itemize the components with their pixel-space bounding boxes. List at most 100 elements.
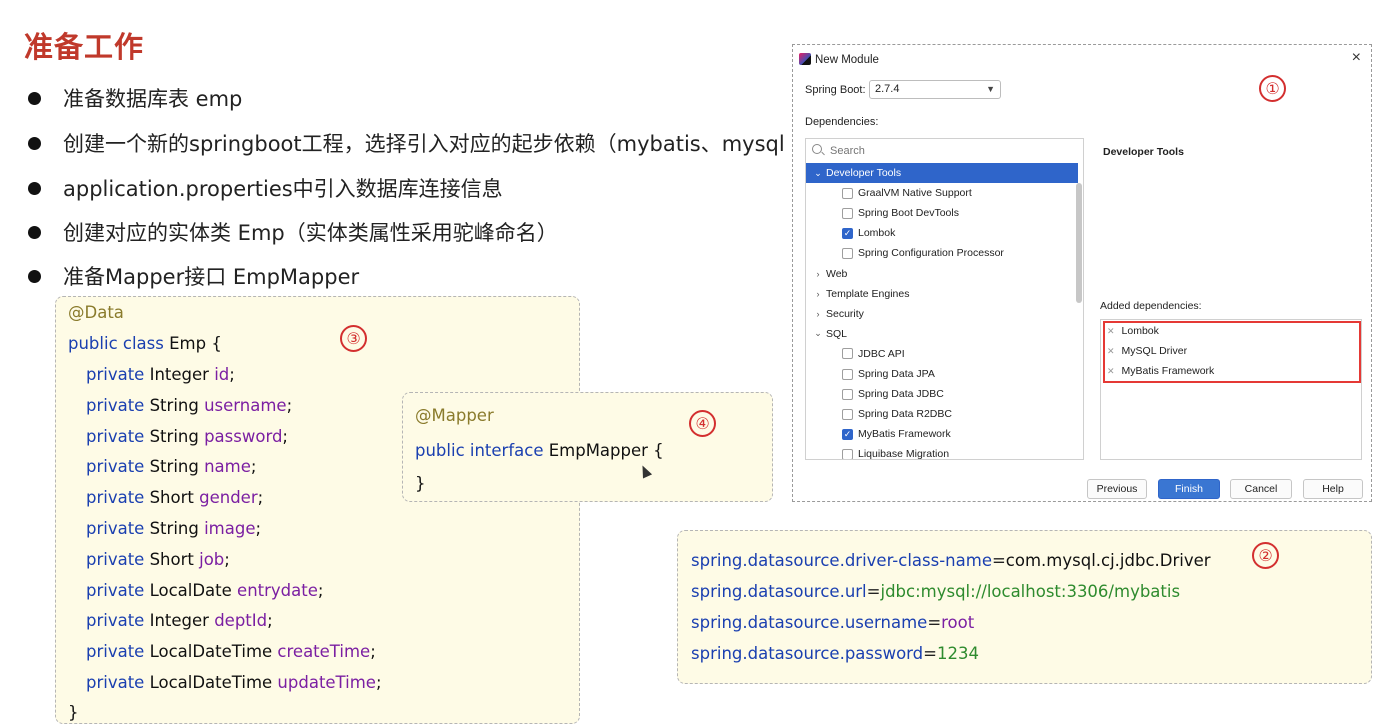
- checkbox[interactable]: [842, 247, 853, 259]
- field-semicolon: ;: [224, 549, 230, 569]
- field-line: private LocalDateTime createTime;: [86, 642, 376, 661]
- chevron-down-icon[interactable]: ⌄: [812, 168, 824, 179]
- field-line: private String name;: [86, 457, 256, 476]
- field-type: Short: [144, 549, 200, 569]
- added-item-label: Lombok: [1121, 325, 1159, 337]
- checkbox[interactable]: ✓: [842, 428, 853, 440]
- field-modifier: private: [86, 457, 145, 477]
- chevron-right-icon[interactable]: ›: [812, 269, 824, 279]
- field-modifier: private: [86, 519, 145, 538]
- data-annotation: @Data: [68, 303, 124, 322]
- checkbox[interactable]: [842, 448, 853, 459]
- field-line: private String password;: [86, 427, 288, 446]
- spring-boot-label: Spring Boot:: [805, 84, 866, 96]
- field-name: entrydate: [237, 580, 318, 600]
- field-name: gender: [199, 488, 258, 508]
- field-type: LocalDateTime: [144, 673, 278, 692]
- chevron-right-icon[interactable]: ›: [812, 309, 824, 319]
- marker-1: ①: [1259, 75, 1286, 102]
- bullet-text: application.properties中引入数据库连接信息: [63, 177, 503, 201]
- property-equals: =: [923, 644, 937, 663]
- class-close-brace: }: [68, 703, 79, 722]
- tree-item[interactable]: ✓ Lombok: [806, 223, 1078, 243]
- tree-group[interactable]: › Template Engines: [806, 284, 1078, 304]
- marker-2: ②: [1252, 542, 1279, 569]
- field-line: private Short gender;: [86, 488, 263, 507]
- entity-code-box: @Data public class Emp { } ③ private Int…: [55, 296, 580, 724]
- tree-label: MyBatis Framework: [858, 428, 951, 441]
- tree-item[interactable]: Spring Boot DevTools: [806, 203, 1078, 223]
- spring-boot-version-value: 2.7.4: [875, 83, 900, 95]
- added-item-label: MySQL Driver: [1121, 345, 1188, 357]
- field-modifier: private: [86, 673, 145, 692]
- tree-group[interactable]: ⌄ Developer Tools: [806, 163, 1078, 183]
- tree-label: Template Engines: [826, 287, 910, 300]
- checkbox[interactable]: [842, 187, 853, 199]
- tree-scrollbar[interactable]: [1076, 183, 1082, 303]
- spring-boot-version-select[interactable]: 2.7.4 ▼: [869, 80, 1001, 99]
- added-item-label: MyBatis Framework: [1121, 365, 1215, 377]
- property-value: com.mysql.cj.jdbc.Driver: [1005, 551, 1211, 570]
- checkbox[interactable]: [842, 348, 853, 360]
- tree-item[interactable]: Liquibase Migration: [806, 444, 1078, 459]
- chevron-right-icon[interactable]: ›: [812, 289, 824, 299]
- field-semicolon: ;: [282, 426, 288, 446]
- search-input[interactable]: [830, 143, 1030, 159]
- field-modifier: private: [86, 611, 145, 631]
- class-keyword: public class: [68, 334, 164, 353]
- finish-button[interactable]: Finish: [1158, 479, 1220, 499]
- dialog-title: New Module: [815, 54, 879, 66]
- bullet-text: 准备数据库表 emp: [63, 87, 243, 111]
- tree-item[interactable]: Spring Configuration Processor: [806, 243, 1078, 263]
- checkbox[interactable]: ✓: [842, 227, 853, 239]
- tree-item[interactable]: GraalVM Native Support: [806, 183, 1078, 203]
- property-line: spring.datasource.driver-class-name=com.…: [691, 551, 1211, 570]
- field-type: Integer: [144, 611, 215, 631]
- field-modifier: private: [86, 549, 145, 569]
- tree-item[interactable]: Spring Data R2DBC: [806, 404, 1078, 424]
- help-button[interactable]: Help: [1303, 479, 1363, 499]
- bullet-text: 创建对应的实体类 Emp（实体类属性采用驼峰命名）: [63, 221, 558, 245]
- bullet-dot-icon: [28, 91, 41, 105]
- field-modifier: private: [86, 365, 145, 384]
- field-type: String: [144, 395, 205, 415]
- tree-label: Spring Data JDBC: [858, 388, 944, 401]
- remove-icon[interactable]: ✕: [1107, 366, 1115, 377]
- property-equals: =: [866, 582, 881, 601]
- bullet-item: 创建一个新的springboot工程，选择引入对应的起步依赖（mybatis、m…: [28, 127, 785, 159]
- tree-group[interactable]: › Web: [806, 264, 1078, 284]
- cancel-button[interactable]: Cancel: [1230, 479, 1292, 499]
- tree-group[interactable]: ⌄ SQL: [806, 324, 1078, 344]
- tree-item[interactable]: Spring Data JPA: [806, 364, 1078, 384]
- new-module-dialog: New Module × ① Spring Boot: 2.7.4 ▼ Depe…: [792, 44, 1372, 502]
- tree-item[interactable]: ✓ MyBatis Framework: [806, 424, 1078, 444]
- interface-name: EmpMapper {: [543, 441, 664, 460]
- intellij-logo-icon: [799, 53, 811, 65]
- chevron-down-icon: ▼: [986, 84, 995, 94]
- class-declaration: public class Emp {: [68, 334, 222, 353]
- interface-keyword: public interface: [415, 441, 544, 460]
- field-semicolon: ;: [317, 580, 324, 600]
- close-icon[interactable]: ×: [1352, 49, 1361, 67]
- checkbox[interactable]: [842, 368, 853, 380]
- field-name: name: [204, 457, 251, 477]
- remove-icon[interactable]: ✕: [1107, 326, 1115, 337]
- field-name: updateTime: [277, 673, 376, 692]
- property-line: spring.datasource.password=1234: [691, 644, 979, 663]
- property-line: spring.datasource.username=root: [691, 613, 974, 632]
- tree-item[interactable]: JDBC API: [806, 344, 1078, 364]
- field-name: deptId: [214, 611, 268, 631]
- chevron-down-icon[interactable]: ⌄: [812, 328, 824, 339]
- field-modifier: private: [86, 642, 145, 662]
- checkbox[interactable]: [842, 408, 853, 420]
- marker-4: ④: [689, 410, 716, 437]
- tree-item[interactable]: Spring Data JDBC: [806, 384, 1078, 404]
- remove-icon[interactable]: ✕: [1107, 346, 1115, 357]
- checkbox[interactable]: [842, 207, 853, 219]
- detail-title: Developer Tools: [1103, 146, 1184, 158]
- dependencies-label: Dependencies:: [805, 116, 879, 128]
- checkbox[interactable]: [842, 388, 853, 400]
- tree-group[interactable]: › Security: [806, 304, 1078, 324]
- bullet-dot-icon: [28, 269, 41, 283]
- previous-button[interactable]: Previous: [1087, 479, 1147, 499]
